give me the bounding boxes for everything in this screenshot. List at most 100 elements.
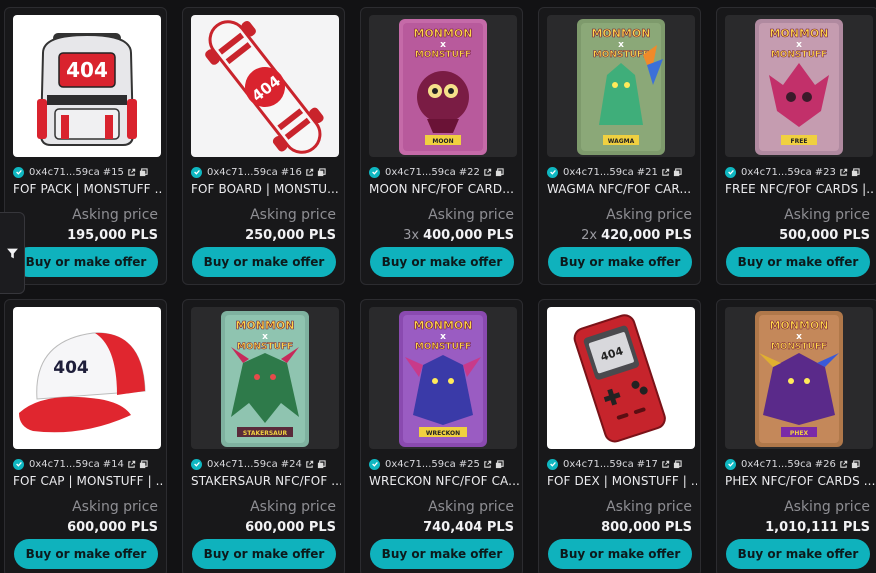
card-label: MOON (432, 138, 453, 145)
buy-or-offer-button[interactable]: Buy or make offer (370, 539, 514, 569)
copy-icon[interactable] (673, 167, 682, 177)
owner-address[interactable]: 0x4c71...59ca (563, 167, 634, 178)
external-link-icon[interactable] (305, 460, 314, 469)
external-link-icon[interactable] (661, 168, 670, 177)
listing-card[interactable]: 404 0x4c71...59ca #16 FOF BOARD | MONSTU… (182, 7, 345, 285)
listing-title[interactable]: FOF CAP | MONSTUFF | ... (13, 474, 163, 488)
card-header-1: MONMON (769, 319, 828, 332)
nft-image-card-wreckon[interactable]: MONMON x MONSTUFF WRECKON (369, 307, 517, 449)
copy-icon[interactable] (139, 167, 148, 177)
external-link-icon[interactable] (127, 168, 136, 177)
copy-icon[interactable] (495, 459, 504, 469)
buy-or-offer-button[interactable]: Buy or make offer (370, 247, 514, 277)
copy-icon[interactable] (317, 167, 326, 177)
nft-image-dex[interactable]: 404 (547, 307, 695, 449)
owner-address[interactable]: 0x4c71...59ca (29, 459, 100, 470)
listing-card[interactable]: MONMON x MONSTUFF MOON 0x4c71...59ca #22… (360, 7, 523, 285)
card-label: PHEX (790, 430, 809, 437)
buy-or-offer-button[interactable]: Buy or make offer (192, 247, 336, 277)
external-link-icon[interactable] (483, 460, 492, 469)
listing-title[interactable]: WAGMA NFC/FOF CAR... (547, 182, 697, 196)
listing-card[interactable]: MONMON x MONSTUFF WRECKON 0x4c71...59ca … (360, 299, 523, 573)
owner-address[interactable]: 0x4c71...59ca (563, 459, 634, 470)
listing-card[interactable]: MONMON x MONSTUFF WAGMA 0x4c71...59ca #2… (538, 7, 701, 285)
listing-card[interactable]: MONMON x MONSTUFF FREE 0x4c71...59ca #23… (716, 7, 876, 285)
listing-title[interactable]: MOON NFC/FOF CARD... (369, 182, 519, 196)
card-label: WAGMA (608, 138, 635, 145)
price-value: 420,000 PLS (601, 228, 692, 243)
external-link-icon[interactable] (127, 460, 136, 469)
listing-card[interactable]: 404 0x4c71...59ca #14 FOF CAP | MONSTUFF… (4, 299, 167, 573)
listing-meta: 0x4c71...59ca #16 (191, 165, 341, 179)
owner-address[interactable]: 0x4c71...59ca (385, 459, 456, 470)
price-value: 740,404 PLS (423, 520, 514, 535)
nft-image-card-phex[interactable]: MONMON x MONSTUFF PHEX (725, 307, 873, 449)
buy-or-offer-button[interactable]: Buy or make offer (548, 539, 692, 569)
copy-icon[interactable] (851, 167, 860, 177)
copy-icon[interactable] (317, 459, 326, 469)
listing-title[interactable]: FOF DEX | MONSTUFF | ... (547, 474, 697, 488)
owner-address[interactable]: 0x4c71...59ca (385, 167, 456, 178)
owner-address[interactable]: 0x4c71...59ca (29, 167, 100, 178)
buy-or-offer-button[interactable]: Buy or make offer (548, 247, 692, 277)
card-header-3: MONSTUFF (415, 50, 471, 60)
buy-or-offer-button[interactable]: Buy or make offer (14, 539, 158, 569)
listing-card[interactable]: 404 0x4c71...59ca #17 FOF DEX | MONSTUFF… (538, 299, 701, 573)
listing-title[interactable]: FOF BOARD | MONSTU... (191, 182, 341, 196)
verified-icon (13, 458, 24, 470)
owner-address[interactable]: 0x4c71...59ca (741, 459, 812, 470)
external-link-icon[interactable] (839, 168, 848, 177)
filter-toggle-button[interactable] (0, 212, 25, 294)
token-id: #22 (458, 166, 480, 178)
buy-or-offer-button[interactable]: Buy or make offer (726, 247, 870, 277)
nft-image-card-moon[interactable]: MONMON x MONSTUFF MOON (369, 15, 517, 157)
listing-title[interactable]: FREE NFC/FOF CARDS |... (725, 182, 875, 196)
external-link-icon[interactable] (305, 168, 314, 177)
listing-title[interactable]: STAKERSAUR NFC/FOF ... (191, 474, 341, 488)
copy-icon[interactable] (139, 459, 148, 469)
listings-grid: 404 0x4c71...59ca #15 FOF PACK | MONSTUF… (0, 0, 876, 573)
listing-price: 195,000 PLS (63, 228, 158, 243)
listing-title[interactable]: FOF PACK | MONSTUFF ... (13, 182, 163, 196)
listing-meta: 0x4c71...59ca #22 (369, 165, 519, 179)
listing-title[interactable]: WRECKON NFC/FOF CA... (369, 474, 519, 488)
card-header-2: x (796, 40, 802, 50)
price-value: 600,000 PLS (245, 520, 336, 535)
listing-meta: 0x4c71...59ca #25 (369, 457, 519, 471)
filter-icon (6, 248, 18, 258)
listing-card[interactable]: MONMON x MONSTUFF PHEX 0x4c71...59ca #26… (716, 299, 876, 573)
card-label: STAKERSAUR (243, 430, 288, 437)
external-link-icon[interactable] (483, 168, 492, 177)
listing-price: 500,000 PLS (775, 228, 870, 243)
buy-or-offer-button[interactable]: Buy or make offer (726, 539, 870, 569)
nft-image-backpack[interactable]: 404 (13, 15, 161, 157)
buy-or-offer-button[interactable]: Buy or make offer (192, 539, 336, 569)
buy-or-offer-button[interactable]: Buy or make offer (14, 247, 158, 277)
owner-address[interactable]: 0x4c71...59ca (207, 167, 278, 178)
listing-title[interactable]: PHEX NFC/FOF CARDS ... (725, 474, 875, 488)
copy-icon[interactable] (495, 167, 504, 177)
owner-address[interactable]: 0x4c71...59ca (207, 459, 278, 470)
nft-image-card-free[interactable]: MONMON x MONSTUFF FREE (725, 15, 873, 157)
card-header-1: MONMON (235, 319, 294, 332)
token-id: #24 (280, 458, 302, 470)
token-id: #21 (636, 166, 658, 178)
cap-404-text: 404 (53, 358, 89, 378)
nft-image-card-stakersaur[interactable]: MONMON x MONSTUFF STAKERSAUR (191, 307, 339, 449)
copy-icon[interactable] (851, 459, 860, 469)
listing-price: 1,010,111 PLS (761, 520, 870, 535)
copy-icon[interactable] (673, 459, 682, 469)
listing-card[interactable]: 404 0x4c71...59ca #15 FOF PACK | MONSTUF… (4, 7, 167, 285)
external-link-icon[interactable] (661, 460, 670, 469)
listing-meta: 0x4c71...59ca #26 (725, 457, 875, 471)
listing-price: 3x 400,000 PLS (403, 228, 514, 243)
owner-address[interactable]: 0x4c71...59ca (741, 167, 812, 178)
nft-image-card-wagma[interactable]: MONMON x MONSTUFF WAGMA (547, 15, 695, 157)
nft-image-cap[interactable]: 404 (13, 307, 161, 449)
listing-card[interactable]: MONMON x MONSTUFF STAKERSAUR 0x4c71...59… (182, 299, 345, 573)
verified-icon (725, 458, 736, 470)
verified-icon (191, 458, 202, 470)
asking-price-label: Asking price (428, 207, 514, 223)
nft-image-skateboard[interactable]: 404 (191, 15, 339, 157)
external-link-icon[interactable] (839, 460, 848, 469)
